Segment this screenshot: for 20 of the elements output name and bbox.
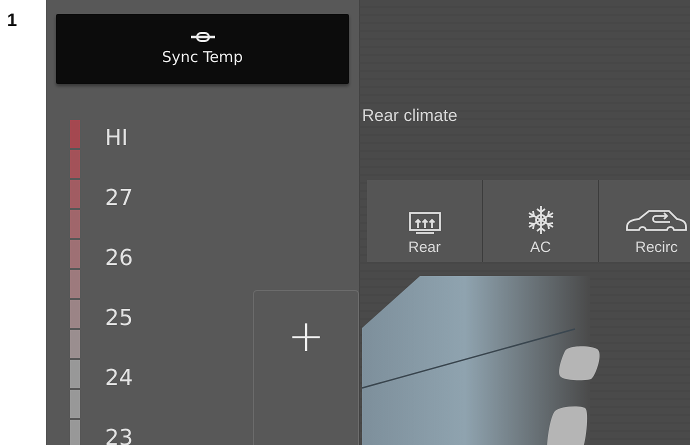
recirc-button[interactable]: Recirc xyxy=(599,180,690,262)
link-icon xyxy=(190,32,214,42)
temperature-label: 24 xyxy=(105,365,133,393)
snowflake-icon xyxy=(526,205,556,235)
temperature-label: 25 xyxy=(105,305,133,333)
temperature-label: 26 xyxy=(105,245,133,273)
ac-button[interactable]: AC xyxy=(483,180,599,262)
temperature-bar-segment xyxy=(70,180,80,240)
temperature-label: 27 xyxy=(105,185,133,213)
rear-defrost-icon xyxy=(408,211,442,235)
section-title: Rear climate xyxy=(362,106,458,126)
rear-defrost-button[interactable]: Rear xyxy=(367,180,483,262)
temperature-bar-segment xyxy=(70,120,80,180)
temperature-increase-button[interactable]: + xyxy=(253,290,359,445)
temperature-label: 23 xyxy=(105,425,133,445)
sync-temp-button[interactable]: Sync Temp xyxy=(56,14,349,84)
temperature-label: HI xyxy=(105,125,128,153)
figure-number: 1 xyxy=(7,10,18,31)
temperature-bar-segment xyxy=(70,240,80,300)
temperature-bar-segment xyxy=(70,300,80,360)
